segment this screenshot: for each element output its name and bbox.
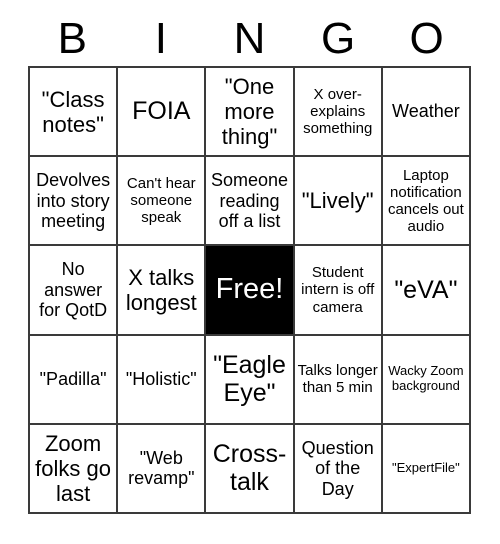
bingo-cell-text: Weather — [392, 101, 460, 122]
bingo-cell-text: "Eagle Eye" — [213, 350, 286, 408]
bingo-cell-g2[interactable]: "Lively" — [294, 157, 383, 247]
header-letter-g: G — [320, 14, 356, 63]
bingo-cell-b2[interactable]: Devolves into story meeting — [30, 157, 119, 247]
bingo-cell-i5[interactable]: "Web revamp" — [118, 424, 207, 514]
bingo-card: B I N G O "Class notes" FOIA "One more t… — [0, 0, 500, 544]
bingo-cell-o4[interactable]: Wacky Zoom background — [382, 335, 471, 425]
bingo-cell-text: "Padilla" — [39, 368, 107, 389]
bingo-cell-n5[interactable]: Cross-talk — [206, 424, 295, 514]
bingo-cell-o3[interactable]: "eVA" — [382, 246, 471, 336]
bingo-cell-b1[interactable]: "Class notes" — [30, 68, 119, 158]
bingo-cell-i2[interactable]: Can't hear someone speak — [118, 157, 207, 247]
bingo-cell-text: No answer for QotD — [39, 259, 108, 321]
bingo-cell-text: Student intern is off camera — [301, 264, 375, 316]
bingo-cell-g4[interactable]: Talks longer than 5 min — [294, 335, 383, 425]
bingo-cell-g3[interactable]: Student intern is off camera — [294, 246, 383, 336]
bingo-cell-text: FOIA — [132, 97, 191, 126]
bingo-cell-b4[interactable]: "Padilla" — [30, 335, 119, 425]
bingo-cell-i4[interactable]: "Holistic" — [118, 335, 207, 425]
bingo-cell-text: Can't hear someone speak — [126, 175, 196, 227]
bingo-cell-text: "ExpertFile" — [392, 459, 460, 475]
bingo-cell-text: Talks longer than 5 min — [297, 362, 378, 397]
bingo-cell-free-space[interactable]: Free! — [206, 246, 295, 336]
bingo-cell-b3[interactable]: No answer for QotD — [30, 246, 119, 336]
bingo-cell-text: "One more thing" — [221, 73, 278, 150]
bingo-cell-o1[interactable]: Weather — [382, 68, 471, 158]
bingo-cell-text: X over-explains something — [303, 85, 373, 138]
bingo-cell-text: "Holistic" — [125, 368, 197, 389]
bingo-cell-g1[interactable]: X over-explains something — [294, 68, 383, 158]
bingo-cell-text: Wacky Zoom background — [388, 363, 464, 394]
header-letter-b: B — [57, 14, 87, 63]
bingo-cell-n2[interactable]: Someone reading off a list — [206, 157, 295, 247]
bingo-cell-text: "Lively" — [301, 188, 374, 214]
bingo-cell-text: "Web revamp" — [128, 447, 195, 489]
bingo-cell-i1[interactable]: FOIA — [118, 68, 207, 158]
bingo-header: B I N G O — [28, 12, 471, 66]
bingo-cell-text: Someone reading off a list — [210, 170, 289, 232]
header-letter-o: O — [409, 14, 444, 63]
bingo-cell-text: Question of the Day — [301, 437, 374, 499]
bingo-cell-text: Zoom folks go last — [35, 430, 111, 506]
bingo-cell-b5[interactable]: Zoom folks go last — [30, 424, 119, 514]
bingo-grid: "Class notes" FOIA "One more thing" X ov… — [28, 66, 471, 514]
bingo-cell-o5[interactable]: "ExpertFile" — [382, 424, 471, 514]
bingo-cell-text: Cross-talk — [212, 439, 287, 497]
bingo-cell-o2[interactable]: Laptop notification cancels out audio — [382, 157, 471, 247]
bingo-cell-n1[interactable]: "One more thing" — [206, 68, 295, 158]
bingo-cell-n4[interactable]: "Eagle Eye" — [206, 335, 295, 425]
header-letter-i: I — [154, 14, 167, 63]
bingo-cell-i3[interactable]: X talks longest — [118, 246, 207, 336]
free-space-label: Free! — [215, 273, 284, 306]
bingo-cell-text: "Class notes" — [41, 86, 105, 137]
bingo-cell-g5[interactable]: Question of the Day — [294, 424, 383, 514]
bingo-cell-text: X talks longest — [125, 264, 197, 315]
bingo-cell-text: Devolves into story meeting — [36, 170, 111, 232]
bingo-cell-text: Laptop notification cancels out audio — [387, 166, 464, 235]
bingo-cell-text: "eVA" — [394, 275, 458, 304]
header-letter-n: N — [233, 14, 266, 63]
